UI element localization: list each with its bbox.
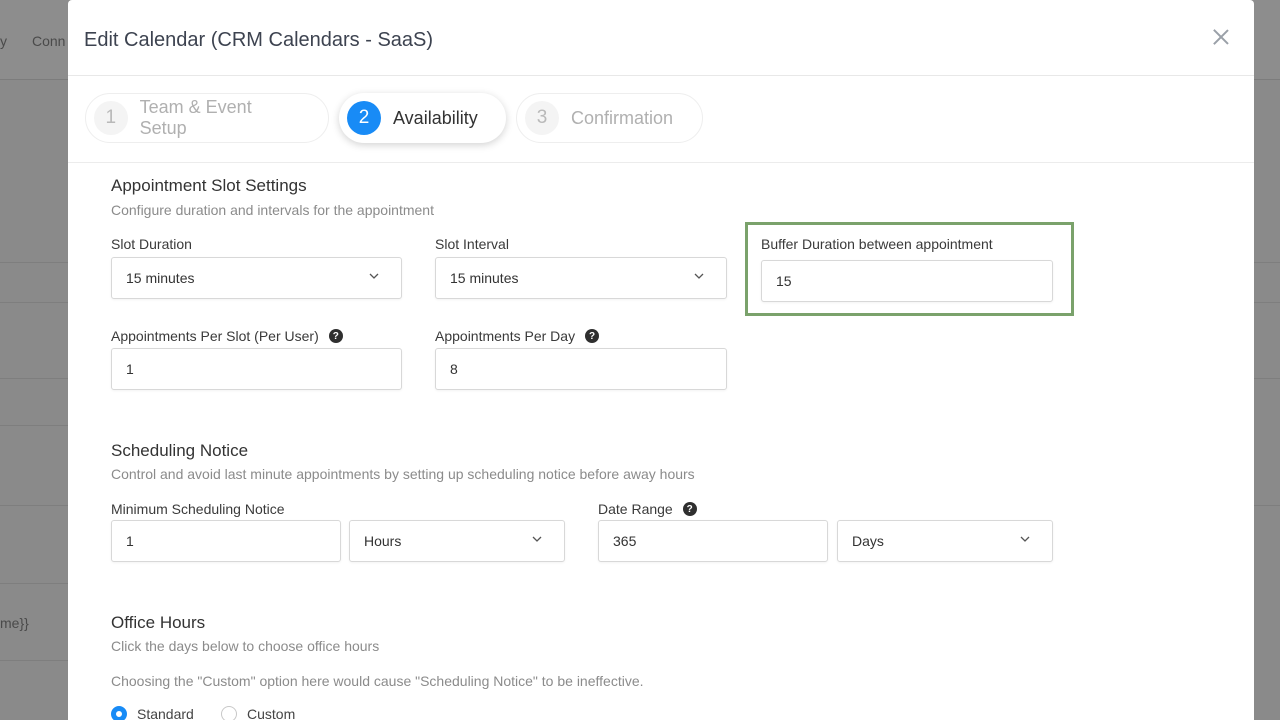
slot-interval-value: 15 minutes [450, 270, 519, 286]
appointments-per-slot-value: 1 [126, 361, 134, 377]
step-number: 2 [347, 101, 381, 135]
background-divider [1254, 302, 1280, 303]
modal-header: Edit Calendar (CRM Calendars - SaaS) [68, 0, 1254, 76]
step-number: 3 [525, 101, 559, 135]
background-nav-text: Conn [32, 33, 66, 49]
appointments-per-slot-input[interactable]: 1 [111, 348, 402, 390]
minimum-notice-label: Minimum Scheduling Notice [111, 501, 285, 517]
radio-custom[interactable]: Custom [221, 706, 295, 720]
date-range-unit-select[interactable]: Days [837, 520, 1053, 562]
background-divider [0, 302, 68, 303]
background-divider [0, 583, 68, 584]
slot-settings-title: Appointment Slot Settings [111, 176, 307, 195]
date-range-label: Date Range ? [598, 501, 697, 517]
radio-standard[interactable]: Standard [111, 706, 194, 720]
date-range-input[interactable]: 365 [598, 520, 828, 562]
step-team-event-setup[interactable]: 1 Team & Event Setup [85, 93, 329, 143]
slot-duration-label: Slot Duration [111, 236, 192, 252]
chevron-down-icon [532, 536, 542, 542]
date-range-value: 365 [613, 533, 637, 549]
buffer-duration-value: 15 [776, 273, 792, 289]
scheduling-notice-description: Control and avoid last minute appointmen… [111, 466, 695, 482]
date-range-unit: Days [852, 533, 884, 549]
help-icon[interactable]: ? [585, 329, 600, 343]
slot-interval-label: Slot Interval [435, 236, 509, 252]
appointments-per-day-label-text: Appointments Per Day [435, 328, 576, 344]
background-snippet: me}} [0, 615, 29, 631]
steps-bar: 1 Team & Event Setup 2 Availability 3 Co… [68, 76, 1254, 163]
close-icon[interactable] [1210, 26, 1232, 48]
office-hours-title: Office Hours [111, 613, 206, 632]
appointments-per-slot-label-text: Appointments Per Slot (Per User) [111, 328, 319, 344]
appointments-per-day-value: 8 [450, 361, 458, 377]
background-divider [0, 425, 68, 426]
radio-label: Standard [137, 706, 194, 720]
step-label: Availability [393, 107, 478, 128]
background-divider [1254, 378, 1280, 379]
slot-settings-description: Configure duration and intervals for the… [111, 202, 434, 218]
minimum-notice-value: 1 [126, 533, 134, 549]
appointments-per-slot-label: Appointments Per Slot (Per User) ? [111, 328, 343, 344]
step-confirmation[interactable]: 3 Confirmation [516, 93, 703, 143]
background-nav-text: y [0, 33, 7, 49]
background-divider [0, 262, 68, 263]
background-divider [1254, 262, 1280, 263]
buffer-duration-label: Buffer Duration between appointment [761, 236, 993, 252]
buffer-duration-input[interactable]: 15 [761, 260, 1053, 302]
scheduling-notice-title: Scheduling Notice [111, 441, 249, 460]
step-label: Confirmation [571, 107, 674, 128]
radio-label: Custom [247, 706, 296, 720]
chevron-down-icon [1020, 536, 1030, 542]
appointments-per-day-input[interactable]: 8 [435, 348, 727, 390]
minimum-notice-input[interactable]: 1 [111, 520, 341, 562]
date-range-label-text: Date Range [598, 501, 673, 517]
slot-duration-value: 15 minutes [126, 270, 195, 286]
slot-duration-select[interactable]: 15 minutes [111, 257, 402, 299]
step-label: Team & Event Setup [139, 97, 252, 138]
chevron-down-icon [369, 273, 379, 279]
step-number: 1 [94, 101, 128, 135]
background-divider [0, 378, 68, 379]
appointments-per-day-label: Appointments Per Day ? [435, 328, 600, 344]
step-availability[interactable]: 2 Availability [339, 93, 506, 143]
help-icon[interactable]: ? [328, 329, 343, 343]
radio-unchecked-icon [221, 706, 237, 720]
background-divider [0, 505, 68, 506]
minimum-notice-unit: Hours [364, 533, 402, 549]
background-divider [1254, 505, 1280, 506]
chevron-down-icon [694, 273, 704, 279]
slot-interval-select[interactable]: 15 minutes [435, 257, 727, 299]
office-hours-description: Click the days below to choose office ho… [111, 638, 380, 654]
office-hours-note: Choosing the "Custom" option here would … [111, 673, 644, 689]
background-divider [0, 660, 68, 661]
modal-title: Edit Calendar (CRM Calendars - SaaS) [84, 29, 434, 51]
help-icon[interactable]: ? [682, 502, 697, 516]
minimum-notice-unit-select[interactable]: Hours [349, 520, 565, 562]
edit-calendar-modal: Edit Calendar (CRM Calendars - SaaS) 1 T… [68, 0, 1254, 720]
radio-checked-icon [111, 706, 127, 720]
